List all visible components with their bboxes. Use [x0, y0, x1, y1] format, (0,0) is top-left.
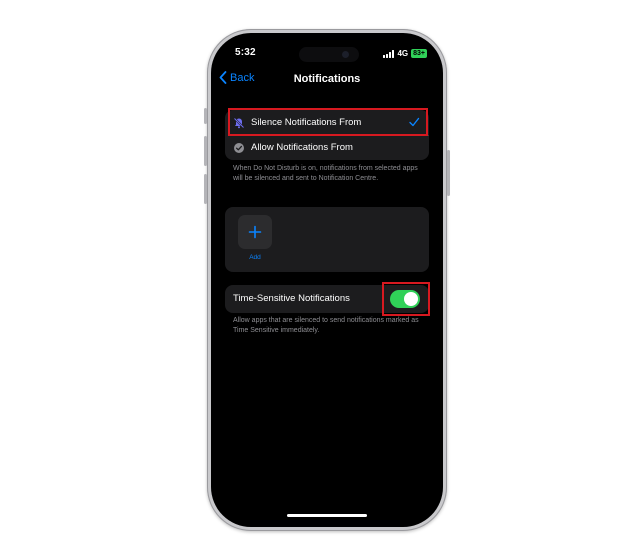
time-sensitive-footer-text: Allow apps that are silenced to send not… — [233, 317, 419, 334]
battery-icon: 83+ — [411, 49, 427, 58]
home-indicator[interactable] — [287, 514, 367, 517]
action-button — [204, 108, 207, 124]
highlight-toggle — [382, 282, 430, 316]
time-sensitive-label: Time-Sensitive Notifications — [233, 293, 350, 304]
apps-group: Add — [225, 207, 429, 272]
page-title: Notifications — [293, 73, 361, 85]
highlight-silence-option — [228, 108, 428, 136]
plus-icon — [248, 225, 262, 239]
status-indicators: 4G 83+ — [383, 49, 427, 58]
add-app-button[interactable] — [238, 215, 272, 249]
front-camera — [342, 51, 349, 58]
network-type: 4G — [397, 49, 409, 58]
check-badge-icon — [233, 142, 245, 154]
power-button — [447, 150, 450, 196]
mode-footer-text: When Do Not Disturb is on, notifications… — [233, 165, 418, 182]
cellular-signal-icon — [383, 49, 395, 58]
option-label: Allow Notifications From — [251, 142, 353, 153]
dynamic-island — [299, 47, 359, 62]
volume-up-button — [204, 136, 207, 166]
add-app-label: Add — [249, 254, 261, 261]
status-time: 5:32 — [235, 47, 256, 58]
volume-down-button — [204, 174, 207, 204]
option-allow-notifications[interactable]: Allow Notifications From — [225, 135, 429, 160]
